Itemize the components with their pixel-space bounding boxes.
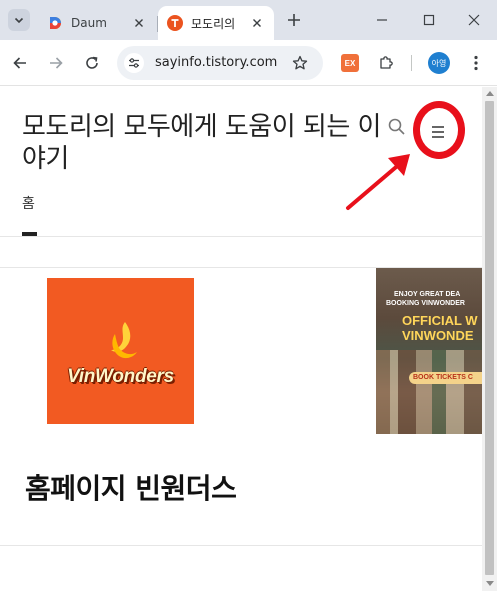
chevron-down-icon <box>14 17 24 24</box>
profile-avatar[interactable]: 아영 <box>428 52 450 74</box>
ad-book-button[interactable]: BOOK TICKETS C <box>409 372 482 384</box>
tab-close-button[interactable] <box>130 14 148 32</box>
browser-tab-strip: Daum 모도리의 <box>0 0 497 40</box>
browser-toolbar: sayinfo.tistory.com EX 아영 <box>0 40 497 86</box>
ad-headline-1: OFFICIAL W <box>402 313 478 328</box>
tab-title: 모도리의 <box>191 16 236 31</box>
tistory-favicon-icon <box>167 15 183 31</box>
bookmark-button[interactable] <box>291 54 309 72</box>
ad-town-image <box>376 350 482 434</box>
puzzle-icon <box>380 56 393 69</box>
arrow-right-icon <box>50 57 63 69</box>
ad-headline: OFFICIAL W VINWONDE <box>402 313 482 343</box>
url-text[interactable]: sayinfo.tistory.com <box>155 55 277 70</box>
daum-favicon-icon <box>50 17 61 29</box>
maximize-icon <box>423 14 435 26</box>
tab-title: Daum <box>71 16 107 30</box>
minimize-icon <box>377 19 387 21</box>
tab-search-button[interactable] <box>8 9 30 31</box>
close-icon <box>253 19 261 27</box>
blog-title[interactable]: 모도리의 모두에게 도움이 되는 이야기 <box>22 111 390 175</box>
post-thumbnail[interactable]: VinWonders <box>47 278 194 424</box>
close-icon <box>468 14 480 26</box>
vinwonders-logo-text: VinWonders <box>67 366 174 387</box>
back-button[interactable] <box>8 51 32 75</box>
scroll-down-arrow-icon[interactable] <box>486 581 494 586</box>
ad-headline-2: VINWONDE <box>402 328 474 343</box>
web-page: 모도리의 모두에게 도움이 되는 이야기 홈 VinWonders ENJOY … <box>0 87 482 591</box>
search-icon[interactable] <box>387 117 407 137</box>
window-close-button[interactable] <box>462 8 486 32</box>
new-tab-button[interactable] <box>283 9 305 31</box>
arrow-left-icon <box>13 57 26 69</box>
maximize-button[interactable] <box>417 8 441 32</box>
forward-button[interactable] <box>44 51 68 75</box>
tab-close-button[interactable] <box>248 14 266 32</box>
extensions-button[interactable] <box>375 52 397 74</box>
more-vertical-icon <box>474 55 478 71</box>
minimize-button[interactable] <box>370 8 394 32</box>
plus-icon <box>288 14 300 26</box>
vinwonders-flame-logo <box>110 322 137 359</box>
page-scrollbar[interactable] <box>482 87 497 591</box>
star-icon <box>292 55 308 70</box>
tab-tistory[interactable]: 모도리의 <box>158 6 274 40</box>
toolbar-divider <box>411 55 412 71</box>
tab-daum[interactable]: Daum <box>38 6 158 40</box>
address-bar[interactable]: sayinfo.tistory.com <box>117 46 323 80</box>
ad-subtext: ENJOY GREAT DEA BOOKING VINWONDER <box>386 290 482 308</box>
scroll-up-arrow-icon[interactable] <box>486 91 494 96</box>
advertisement-banner[interactable]: ENJOY GREAT DEA BOOKING VINWONDER OFFICI… <box>376 268 482 434</box>
extension-ex-icon[interactable]: EX <box>341 54 359 72</box>
ad-line-1: ENJOY GREAT DEA <box>394 291 461 298</box>
post-divider <box>0 545 482 546</box>
header-divider <box>0 236 482 237</box>
site-info-button[interactable] <box>124 53 144 73</box>
nav-home-link[interactable]: 홈 <box>22 193 35 213</box>
red-arrow-annotation <box>346 154 410 210</box>
ad-line-2: BOOKING VINWONDER <box>386 300 465 307</box>
post-title[interactable]: 홈페이지 빈원더스 <box>25 467 237 507</box>
browser-menu-button[interactable] <box>466 52 486 74</box>
tune-icon <box>129 58 139 68</box>
close-icon <box>135 19 143 27</box>
reload-icon <box>86 56 98 69</box>
scrollbar-thumb[interactable] <box>485 101 494 575</box>
reload-button[interactable] <box>80 51 104 75</box>
